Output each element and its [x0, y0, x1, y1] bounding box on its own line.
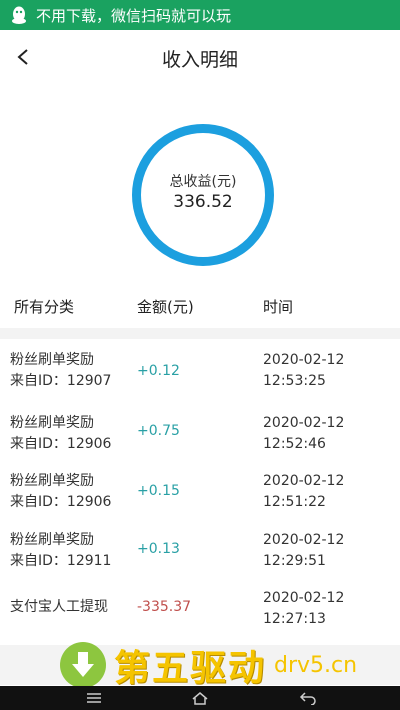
site-watermark: 第五驱动 drv5.cn: [60, 640, 357, 690]
banner-text: 不用下载，微信扫码就可以玩: [36, 6, 232, 25]
menu-icon[interactable]: [82, 688, 106, 708]
page-title: 收入明细: [161, 49, 238, 71]
row-source: 来自ID：12911: [10, 553, 112, 569]
page-header: 收入明细: [0, 30, 400, 86]
row-time: 12:29:51: [263, 553, 326, 569]
table-row[interactable]: 粉丝刷单奖励来自ID：12907 +0.12 2020-02-12 12:53:2…: [0, 350, 400, 408]
row-source: 来自ID：12906: [10, 436, 112, 452]
row-amount: +0.12: [137, 363, 180, 379]
table-row[interactable]: 粉丝刷单奖励来自ID：12911 +0.13 2020-02-12 12:29:5…: [0, 530, 400, 588]
qq-penguin-icon: [10, 5, 28, 25]
table-row[interactable]: 粉丝刷单奖励来自ID：12906 +0.75 2020-02-12 12:52:4…: [0, 413, 400, 471]
row-category: 粉丝刷单奖励: [10, 532, 94, 548]
row-time: 12:53:25: [263, 373, 326, 389]
row-amount: +0.13: [137, 541, 180, 557]
watermark-domain: drv5.cn: [274, 652, 358, 678]
download-arrow-icon: [60, 642, 106, 688]
total-income-label: 总收益(元): [169, 174, 237, 190]
row-time: 12:51:22: [263, 494, 326, 510]
column-header-category[interactable]: 所有分类: [14, 296, 74, 317]
row-date: 2020-02-12: [263, 473, 345, 489]
row-amount: -335.37: [137, 599, 192, 615]
row-amount: +0.15: [137, 483, 180, 499]
row-source: 来自ID：12907: [10, 373, 112, 389]
row-category: 粉丝刷单奖励: [10, 473, 94, 489]
row-date: 2020-02-12: [263, 532, 345, 548]
home-icon[interactable]: [188, 688, 212, 708]
row-amount: +0.75: [137, 423, 180, 439]
column-header-amount: 金额(元): [137, 298, 194, 316]
total-income-ring: 总收益(元) 336.52: [132, 124, 274, 266]
total-income-value: 336.52: [173, 192, 233, 212]
row-time: 12:27:13: [263, 611, 326, 627]
column-header-time: 时间: [263, 298, 294, 316]
row-time: 12:52:46: [263, 436, 326, 452]
table-row[interactable]: 支付宝人工提现 -335.37 2020-02-12 12:27:13: [0, 588, 400, 646]
row-category: 粉丝刷单奖励: [10, 415, 94, 431]
system-navbar: [0, 686, 400, 710]
row-category: 支付宝人工提现: [10, 599, 108, 615]
row-date: 2020-02-12: [263, 352, 345, 368]
row-date: 2020-02-12: [263, 590, 345, 606]
promo-banner[interactable]: 不用下载，微信扫码就可以玩: [0, 0, 400, 30]
row-date: 2020-02-12: [263, 415, 345, 431]
back-icon[interactable]: [296, 688, 320, 708]
row-category: 粉丝刷单奖励: [10, 352, 94, 368]
watermark-brand: 第五驱动: [114, 648, 267, 689]
table-row[interactable]: 粉丝刷单奖励来自ID：12906 +0.15 2020-02-12 12:51:2…: [0, 471, 400, 529]
section-divider: [0, 328, 400, 339]
row-source: 来自ID：12906: [10, 494, 112, 510]
